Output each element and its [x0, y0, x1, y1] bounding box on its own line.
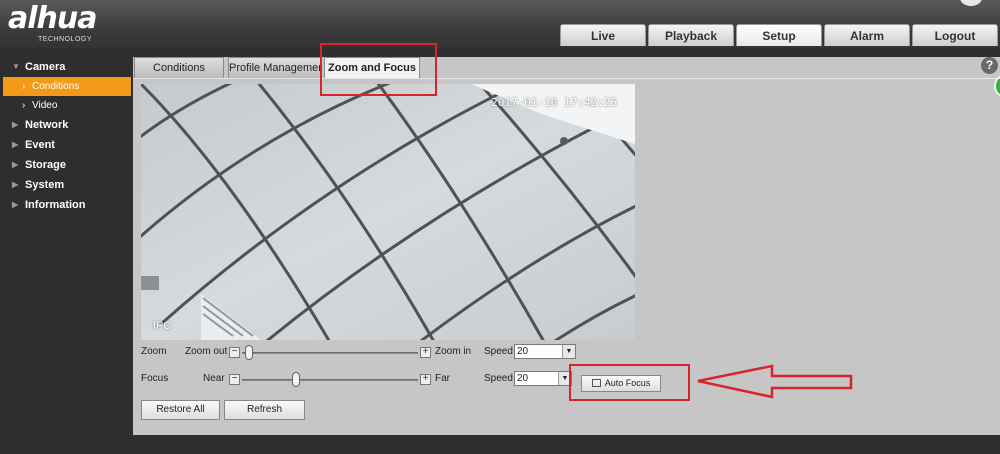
zoom-out-button[interactable]: −	[229, 347, 240, 358]
focus-label: Focus	[141, 373, 169, 384]
sidebar-item-label: Video	[32, 100, 58, 111]
app-window: alhua TECHNOLOGY Live Playback Setup Ala…	[0, 0, 1000, 454]
focus-near-label: Near	[203, 373, 225, 384]
chevron-right-icon: ›	[22, 100, 26, 111]
nav-setup[interactable]: Setup	[736, 24, 822, 46]
content-panel: Conditions Profile Management Zoom and F…	[133, 57, 1000, 435]
nav-logout[interactable]: Logout	[912, 24, 998, 46]
zoom-out-label: Zoom out	[185, 346, 228, 357]
sidebar-group-camera[interactable]: ▼ Camera	[0, 57, 133, 77]
annotation-highlight-auto-focus	[569, 364, 690, 401]
triangle-right-icon: ▶	[12, 180, 19, 189]
sidebar-group-label: Camera	[25, 61, 66, 73]
sidebar-group-event[interactable]: ▶ Event	[0, 135, 133, 155]
sidebar-item-conditions[interactable]: › Conditions	[3, 77, 131, 96]
sidebar: ▼ Camera › Conditions › Video ▶ Network …	[0, 57, 133, 454]
tab-conditions[interactable]: Conditions	[134, 57, 224, 78]
triangle-right-icon: ▶	[12, 200, 19, 209]
dropdown-arrow-icon: ▼	[562, 345, 575, 358]
sidebar-group-label: System	[25, 179, 65, 191]
sidebar-item-video[interactable]: › Video	[0, 96, 133, 115]
focus-slider-track[interactable]	[242, 379, 418, 381]
logo: alhua	[8, 1, 97, 36]
focus-far-button[interactable]: +	[420, 374, 431, 385]
video-preview[interactable]: 2017-01-10 17:42:25 IPC	[141, 84, 635, 340]
zoom-slider-thumb[interactable]	[245, 345, 254, 360]
nav-playback[interactable]: Playback	[648, 24, 734, 46]
sidebar-group-label: Storage	[25, 159, 66, 171]
minus-icon: −	[231, 346, 238, 357]
ceiling-image	[141, 84, 635, 340]
sidebar-group-information[interactable]: ▶ Information	[0, 195, 133, 215]
video-timestamp: 2017-01-10 17:42:25	[491, 96, 617, 109]
plus-icon: +	[422, 373, 429, 384]
sidebar-item-label: Conditions	[32, 81, 80, 92]
annotation-highlight-tab	[320, 43, 437, 96]
tab-bar: Conditions Profile Management Zoom and F…	[133, 57, 1000, 97]
triangle-right-icon: ▶	[12, 160, 19, 169]
focus-far-label: Far	[435, 373, 450, 384]
sidebar-group-label: Event	[25, 139, 55, 151]
zoom-control-row: Zoom Zoom out − + Zoom in Speed 20 ▼	[141, 344, 841, 362]
triangle-right-icon: ▶	[12, 120, 19, 129]
tab-profile-management[interactable]: Profile Management	[228, 57, 322, 78]
plus-icon: +	[422, 346, 429, 357]
annotation-arrow-icon	[697, 364, 853, 399]
footer-bar	[0, 435, 1000, 454]
nav-live[interactable]: Live	[560, 24, 646, 46]
focus-speed-value: 20	[517, 373, 529, 384]
video-channel-label: IPC	[153, 320, 172, 332]
focus-near-button[interactable]: −	[229, 374, 240, 385]
zoom-speed-value: 20	[517, 346, 529, 357]
corner-icon	[960, 0, 982, 6]
restore-all-button[interactable]: Restore All	[141, 400, 220, 420]
triangle-right-icon: ▶	[12, 140, 19, 149]
top-nav: Live Playback Setup Alarm Logout	[560, 24, 998, 46]
focus-speed-select[interactable]: 20 ▼	[514, 371, 572, 386]
zoom-speed-select[interactable]: 20 ▼	[514, 344, 576, 359]
zoom-in-label: Zoom in	[435, 346, 472, 357]
header: alhua TECHNOLOGY Live Playback Setup Ala…	[0, 0, 1000, 48]
zoom-speed-label: Speed	[484, 346, 513, 357]
nav-alarm[interactable]: Alarm	[824, 24, 910, 46]
help-icon[interactable]: ?	[981, 57, 998, 74]
sidebar-group-system[interactable]: ▶ System	[0, 175, 133, 195]
focus-slider-thumb[interactable]	[292, 372, 301, 387]
refresh-button[interactable]: Refresh	[224, 400, 305, 420]
logo-subtitle: TECHNOLOGY	[38, 36, 93, 43]
sidebar-group-network[interactable]: ▶ Network	[0, 115, 133, 135]
zoom-label: Zoom	[141, 346, 167, 357]
sidebar-group-label: Network	[25, 119, 69, 131]
sidebar-group-storage[interactable]: ▶ Storage	[0, 155, 133, 175]
triangle-down-icon: ▼	[12, 62, 20, 71]
focus-speed-label: Speed	[484, 373, 513, 384]
chevron-right-icon: ›	[22, 81, 26, 92]
tab-divider	[133, 78, 1000, 79]
zoom-slider-track[interactable]	[242, 352, 418, 354]
zoom-in-button[interactable]: +	[420, 347, 431, 358]
minus-icon: −	[231, 373, 238, 384]
sidebar-group-label: Information	[25, 199, 86, 211]
